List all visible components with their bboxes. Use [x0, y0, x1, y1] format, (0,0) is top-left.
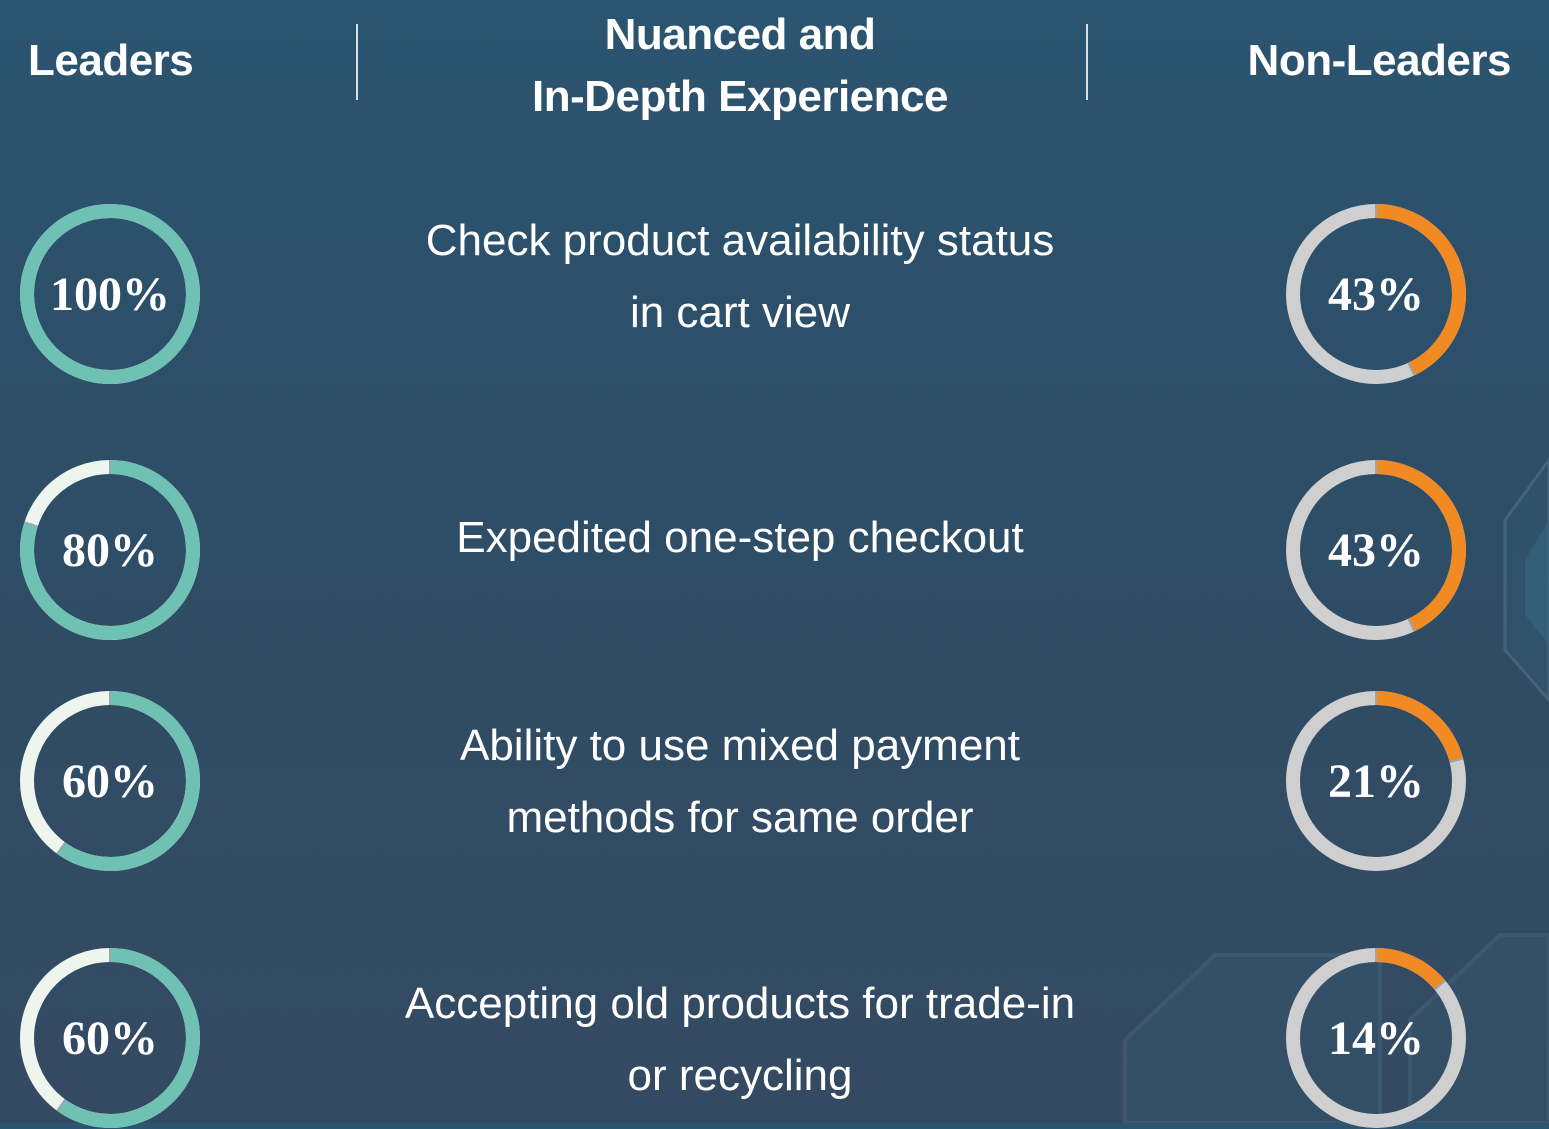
row-4-label-line2: or recycling [627, 1051, 853, 1100]
leaders-value-row-1: 100% [50, 267, 170, 321]
leaders-value-row-4: 60% [62, 1011, 158, 1065]
non-leaders-donut-row-2: 43% [1285, 459, 1467, 641]
row-2-label-line1: Expedited one-step checkout [456, 513, 1024, 562]
row-4-label: Accepting old products for trade-in or r… [360, 968, 1120, 1112]
non-leaders-value-row-3: 21% [1328, 754, 1424, 808]
row-2-label: Expedited one-step checkout [360, 502, 1120, 574]
non-leaders-header: Non-Leaders [1247, 36, 1512, 85]
leaders-donut-row-4: 60% [19, 947, 201, 1129]
non-leaders-donut-row-4: 14% [1285, 947, 1467, 1129]
row-3-label-line2: methods for same order [506, 793, 974, 842]
row-1-label-line1: Check product availability status [425, 216, 1055, 265]
non-leaders-value-row-4: 14% [1328, 1011, 1424, 1065]
leaders-donut-row-3: 60% [19, 690, 201, 872]
middle-header-line2: In-Depth Experience [532, 72, 948, 121]
header-divider-left [356, 24, 358, 100]
middle-header-line1: Nuanced and [604, 10, 876, 59]
header-divider-right [1086, 24, 1088, 100]
row-1-label-line2: in cart view [629, 288, 851, 337]
leaders-donut-row-1: 100% [19, 203, 201, 385]
non-leaders-donut-row-3: 21% [1285, 690, 1467, 872]
non-leaders-value-row-1: 43% [1328, 267, 1424, 321]
row-4-label-line1: Accepting old products for trade-in [404, 979, 1076, 1028]
leaders-header: Leaders [28, 36, 194, 85]
non-leaders-donut-row-1: 43% [1285, 203, 1467, 385]
leaders-value-row-3: 60% [62, 754, 158, 808]
non-leaders-value-row-2: 43% [1328, 523, 1424, 577]
row-3-label-line1: Ability to use mixed payment [459, 721, 1021, 770]
middle-header: Nuanced and In-Depth Experience [400, 4, 1080, 128]
row-3-label: Ability to use mixed payment methods for… [360, 710, 1120, 854]
leaders-value-row-2: 80% [62, 523, 158, 577]
leaders-donut-row-2: 80% [19, 459, 201, 641]
row-1-label: Check product availability status in car… [360, 205, 1120, 349]
